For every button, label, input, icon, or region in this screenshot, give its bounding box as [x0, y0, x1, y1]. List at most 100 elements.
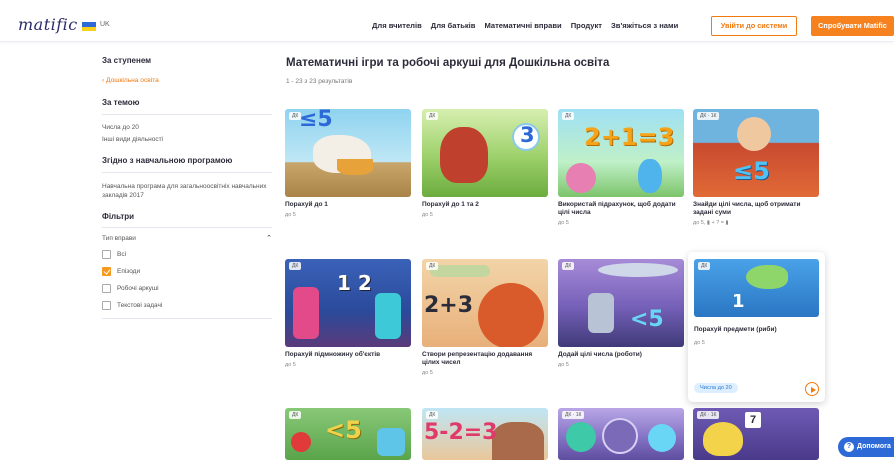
ukraine-flag-icon[interactable] [82, 22, 96, 31]
filter-option-label: Робочі аркуші [117, 285, 159, 292]
character-illustration [375, 293, 401, 339]
divider [102, 172, 272, 173]
matific-logo[interactable]: matific [18, 15, 78, 34]
checkbox[interactable] [102, 301, 111, 310]
activity-title[interactable]: Порахуй предмети (риби) [694, 326, 777, 334]
number-card: 7 [745, 412, 761, 428]
activity-thumbnail[interactable]: ≤5 ДК [285, 109, 411, 197]
by-program-heading: Згідно з навчальною програмою [102, 156, 233, 165]
activity-title[interactable]: Порахуй підмножину об'єктів [285, 351, 411, 359]
play-icon[interactable] [805, 382, 819, 396]
divider [102, 318, 272, 319]
activity-card[interactable]: 2+1=3 ДК Використай підрахунок, щоб дода… [558, 109, 684, 226]
grade-tag: ДК [562, 112, 575, 120]
chevron-up-icon[interactable]: ⌃ [266, 234, 272, 242]
checkbox[interactable] [102, 250, 111, 259]
activity-age: до 5 [422, 370, 433, 376]
checkbox-checked[interactable] [102, 267, 111, 276]
grade-tag: ДК [426, 411, 439, 419]
clown-illustration [737, 117, 771, 151]
card-art-text: 1 2 [337, 271, 372, 295]
activity-card[interactable]: 3 ДК Порахуй до 1 та 2 до 5 [422, 109, 548, 218]
filter-option-label: Всі [117, 251, 127, 258]
character-illustration [293, 287, 319, 339]
filter-option[interactable]: Текстові задачі [102, 297, 272, 314]
activity-card[interactable]: 2+3 ДК Створи репрезентацію додавання ці… [422, 259, 548, 376]
filter-option[interactable]: Робочі аркуші [102, 280, 272, 297]
activity-thumbnail[interactable]: 1 ДК [694, 259, 819, 317]
activity-title[interactable]: Використай підрахунок, щоб додати цілі ч… [558, 201, 684, 217]
activity-title[interactable]: Знайди цілі числа, щоб отримати задані с… [693, 201, 819, 217]
filter-option[interactable]: Всі [102, 246, 272, 263]
grade-tag: ДК [289, 112, 302, 120]
login-button[interactable]: Увійти до системи [711, 16, 797, 36]
activity-card-hovered[interactable]: 1 ДК Порахуй предмети (риби) до 5 Числа … [688, 252, 825, 402]
activity-thumbnail[interactable]: 1 2 ДК [285, 259, 411, 347]
topic-link[interactable]: Інші види діяльності [102, 136, 272, 143]
activity-age: до 5 [422, 212, 433, 218]
divider [102, 227, 272, 228]
help-button[interactable]: ? Допомога [838, 437, 894, 457]
activity-title[interactable]: Додай цілі числа (роботи) [558, 351, 684, 359]
filter-option[interactable]: Епізоди [102, 263, 272, 280]
activity-title[interactable]: Порахуй до 1 [285, 201, 411, 209]
equation-hint: ▮ + ? = ▮ [706, 220, 729, 226]
page-title: Математичні ігри та робочі аркуші для До… [286, 57, 610, 69]
house-illustration [492, 422, 544, 460]
checkbox[interactable] [102, 284, 111, 293]
by-topic-heading: За темою [102, 98, 140, 107]
activity-card[interactable]: 7 ДК · 1К [693, 408, 819, 460]
activity-thumbnail[interactable]: ≤5 ДК · 1К [693, 109, 819, 197]
activity-age: до 5 [558, 220, 569, 226]
nav-for-parents[interactable]: Для батьків [431, 21, 476, 30]
nav-contact[interactable]: Зв'яжіться з нами [611, 21, 678, 30]
topic-badge[interactable]: Числа до 20 [694, 383, 738, 393]
activity-card[interactable]: ДК · 1К [558, 408, 684, 460]
card-art-text: 1 [732, 291, 745, 312]
program-link[interactable]: Навчальна програма для загальноосвітніх … [102, 182, 270, 200]
activity-title[interactable]: Створи репрезентацію додавання цілих чис… [422, 351, 548, 367]
activity-card[interactable]: ≤5 ДК Порахуй до 1 до 5 [285, 109, 411, 218]
activity-card[interactable]: ≤5 ДК · 1К Знайди цілі числа, щоб отрима… [693, 109, 819, 226]
activity-thumbnail[interactable]: 7 ДК · 1К [693, 408, 819, 460]
card-art-text: 2+1=3 [584, 123, 675, 151]
robot-illustration [648, 424, 676, 452]
topic-link[interactable]: Числа до 20 [102, 124, 272, 131]
try-matific-button[interactable]: Спробувати Matific [811, 16, 894, 36]
language-selector[interactable]: UK [100, 21, 110, 28]
activity-thumbnail[interactable]: 3 ДК [422, 109, 548, 197]
activity-card[interactable]: <5 ДК Додай цілі числа (роботи) до 5 [558, 259, 684, 368]
grade-tag: ДК · 1К [562, 411, 585, 419]
exercise-type-label: Тип вправи [102, 234, 136, 242]
fish-illustration [746, 265, 788, 289]
activity-thumbnail[interactable]: 2+1=3 ДК [558, 109, 684, 197]
activity-card[interactable]: 1 2 ДК Порахуй підмножину об'єктів до 5 [285, 259, 411, 368]
activity-card[interactable]: 5-2=3 ДК [422, 408, 548, 460]
activity-thumbnail[interactable]: 2+3 ДК [422, 259, 548, 347]
shapes-shelf [430, 265, 490, 277]
activity-thumbnail[interactable]: ДК · 1К [558, 408, 684, 460]
activity-thumbnail[interactable]: 5-2=3 ДК [422, 408, 548, 460]
level-back-link[interactable]: ‹ Дошкільна освіта [102, 77, 272, 84]
card-art-text: ≤5 [733, 157, 770, 185]
spaceship-illustration [598, 263, 678, 277]
pig-illustration [566, 163, 596, 193]
activity-thumbnail[interactable]: <5 ДК [285, 408, 411, 460]
exercise-type-toggle[interactable]: Тип вправи ⌃ [102, 234, 272, 243]
flower-illustration [291, 432, 311, 452]
age-label: до 5, [693, 220, 706, 226]
main-nav: Для вчителів Для батьків Математичні впр… [372, 21, 678, 30]
cat-illustration [703, 422, 743, 456]
grade-tag: ДК [562, 262, 575, 270]
grade-tag: ДК [426, 262, 439, 270]
card-art-text: 3 [520, 123, 535, 147]
activity-thumbnail[interactable]: <5 ДК [558, 259, 684, 347]
activity-age: до 5 [285, 212, 296, 218]
card-art-text: 5-2=3 [424, 420, 498, 445]
activity-title[interactable]: Порахуй до 1 та 2 [422, 201, 548, 209]
nav-product[interactable]: Продукт [571, 21, 602, 30]
activity-card[interactable]: <5 ДК [285, 408, 411, 460]
bunny-illustration [638, 159, 662, 193]
nav-math-activities[interactable]: Математичні вправи [484, 21, 561, 30]
nav-for-teachers[interactable]: Для вчителів [372, 21, 422, 30]
